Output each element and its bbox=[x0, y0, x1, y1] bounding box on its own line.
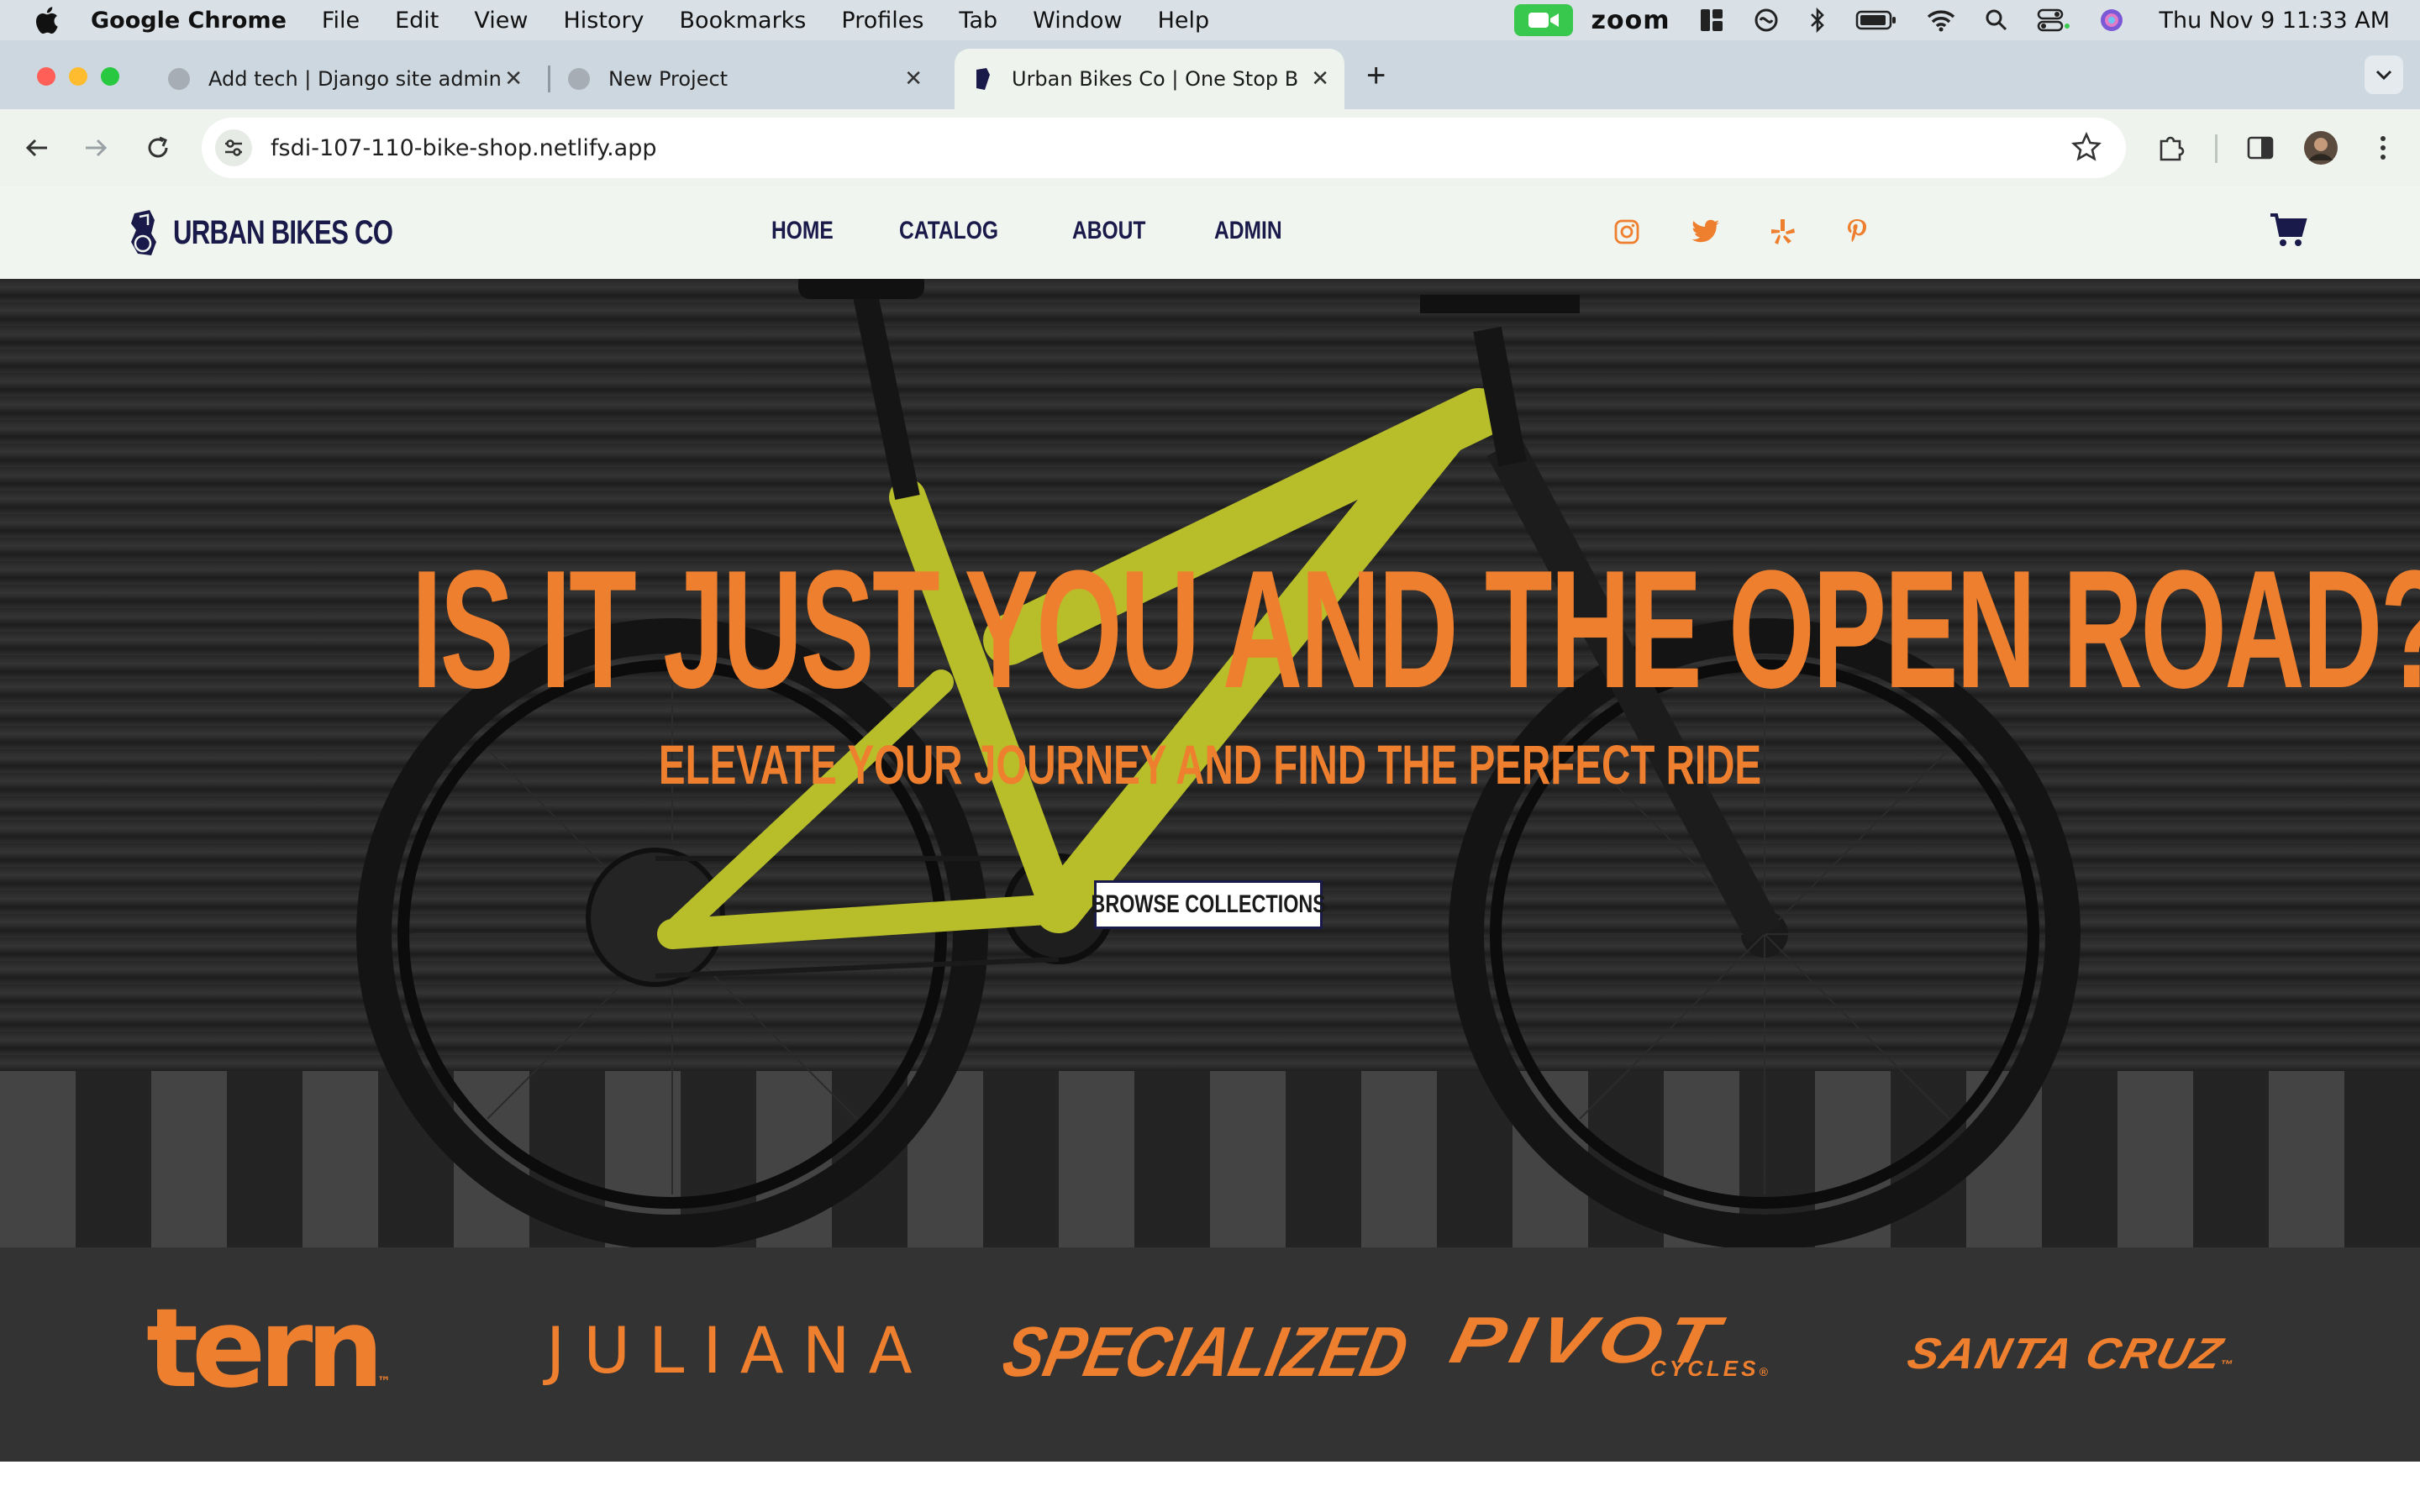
menubar-status-area: zoom Thu Nov 9 11:33 AM bbox=[1513, 0, 2391, 40]
tab-urban-bikes[interactable]: Urban Bikes Co | One Stop Bi ✕ bbox=[955, 49, 1344, 109]
hero-title: IS IT JUST YOU AND THE OPEN ROAD? bbox=[411, 536, 2420, 723]
urban-bikes-favicon-icon bbox=[976, 68, 990, 90]
hero-subtitle: ELEVATE YOUR JOURNEY AND FIND THE PERFEC… bbox=[658, 733, 1762, 795]
tab-close-icon[interactable]: ✕ bbox=[1311, 66, 1329, 92]
window-zoom-button[interactable] bbox=[101, 67, 119, 86]
tab-title: Urban Bikes Co | One Stop Bi bbox=[1012, 67, 1297, 91]
chrome-menu-button[interactable] bbox=[2365, 129, 2402, 166]
address-bar[interactable]: fsdi-107-110-bike-shop.netlify.app bbox=[202, 118, 2126, 178]
profile-avatar[interactable] bbox=[2302, 129, 2339, 166]
new-tab-button[interactable]: + bbox=[1366, 57, 1386, 95]
menubar-clock[interactable]: Thu Nov 9 11:33 AM bbox=[2160, 8, 2391, 34]
spotlight-search-icon[interactable] bbox=[1985, 8, 2008, 32]
tab-close-icon[interactable]: ✕ bbox=[504, 66, 523, 92]
arrow-right-icon bbox=[86, 139, 108, 157]
menu-profiles[interactable]: Profiles bbox=[841, 8, 923, 34]
more-vertical-icon bbox=[2381, 136, 2386, 160]
tab-separator bbox=[548, 66, 550, 92]
trademark-symbol: ™ bbox=[376, 1373, 391, 1389]
tab-django-admin[interactable]: Add tech | Django site admin ✕ bbox=[168, 49, 538, 109]
menu-tab[interactable]: Tab bbox=[959, 8, 997, 34]
window-close-button[interactable] bbox=[37, 67, 55, 86]
wifi-icon[interactable] bbox=[1926, 8, 1956, 32]
nav-about[interactable]: ABOUT bbox=[1072, 217, 1145, 245]
chevron-down-icon bbox=[2375, 70, 2392, 81]
nav-home[interactable]: HOME bbox=[771, 217, 834, 245]
cart-icon[interactable] bbox=[2269, 212, 2307, 253]
toolbar-divider bbox=[2215, 134, 2217, 163]
site-nav: HOME CATALOG ABOUT ADMIN bbox=[771, 217, 1349, 245]
tab-title: New Project bbox=[608, 67, 729, 91]
side-panel-button[interactable] bbox=[2242, 129, 2279, 166]
window-layout-icon[interactable] bbox=[1699, 8, 1724, 33]
apple-menu-icon[interactable] bbox=[34, 6, 59, 34]
window-minimize-button[interactable] bbox=[69, 67, 87, 86]
yelp-icon[interactable] bbox=[1766, 215, 1800, 249]
macos-menubar: Google Chrome File Edit View History Boo… bbox=[0, 0, 2420, 40]
site-info-icon[interactable] bbox=[215, 129, 252, 166]
nav-catalog[interactable]: CATALOG bbox=[899, 217, 998, 245]
brand-logo-tern[interactable]: tern™ bbox=[146, 1289, 391, 1441]
back-button[interactable] bbox=[18, 129, 55, 166]
menu-help[interactable]: Help bbox=[1158, 8, 1210, 34]
brand-logo-tern-text: tern bbox=[146, 1284, 384, 1412]
forward-button[interactable] bbox=[77, 129, 114, 166]
pinterest-icon[interactable] bbox=[1840, 215, 1874, 249]
tab-new-project[interactable]: New Project ✕ bbox=[568, 49, 938, 109]
control-center-icon[interactable] bbox=[2037, 8, 2070, 33]
menu-file[interactable]: File bbox=[322, 8, 360, 34]
menu-bookmarks[interactable]: Bookmarks bbox=[680, 8, 807, 34]
browse-collections-label: BROWSE COLLECTIONS bbox=[1091, 890, 1326, 918]
bookmark-star-icon[interactable] bbox=[2070, 131, 2102, 167]
nav-admin[interactable]: ADMIN bbox=[1214, 217, 1282, 245]
brand-logo-pivot-cycles: CYCLES bbox=[1650, 1356, 1760, 1381]
site-logo[interactable]: URBAN BIKES CO bbox=[126, 208, 455, 257]
tab-close-icon[interactable]: ✕ bbox=[904, 66, 923, 92]
reload-icon bbox=[148, 136, 168, 158]
brand-logo-pivot-subtext: CYCLES® bbox=[1650, 1356, 1771, 1384]
menu-edit[interactable]: Edit bbox=[395, 8, 439, 34]
hero-section: IS IT JUST YOU AND THE OPEN ROAD? ELEVAT… bbox=[0, 279, 2420, 1247]
cyclist-logo-icon bbox=[131, 210, 156, 255]
menu-view[interactable]: View bbox=[474, 8, 528, 34]
globe-icon bbox=[568, 68, 590, 90]
assistant-icon[interactable] bbox=[1753, 7, 1780, 34]
arrow-left-icon bbox=[25, 139, 47, 157]
tab-title: Add tech | Django site admin bbox=[208, 67, 502, 91]
bluetooth-icon[interactable] bbox=[1808, 7, 1827, 34]
brand-logo-santa-cruz-text: SANTA CRUZ bbox=[1902, 1330, 2229, 1378]
extensions-button[interactable] bbox=[2153, 129, 2190, 166]
brand-logo-specialized[interactable]: SPECIALIZED bbox=[997, 1312, 1415, 1391]
brand-logo-juliana[interactable]: JULIANA bbox=[546, 1317, 931, 1384]
url-text[interactable]: fsdi-107-110-bike-shop.netlify.app bbox=[271, 135, 656, 161]
browse-collections-button[interactable]: BROWSE COLLECTIONS bbox=[1091, 880, 1326, 929]
twitter-icon[interactable] bbox=[1689, 215, 1723, 249]
registered-symbol: ® bbox=[1759, 1365, 1771, 1378]
reload-button[interactable] bbox=[139, 129, 176, 166]
brand-logo-santa-cruz[interactable]: SANTA CRUZ™ bbox=[1901, 1330, 2241, 1388]
menu-window[interactable]: Window bbox=[1033, 8, 1122, 34]
siri-icon[interactable] bbox=[2099, 8, 2124, 33]
menu-history[interactable]: History bbox=[563, 8, 644, 34]
instagram-icon[interactable] bbox=[1610, 215, 1644, 249]
globe-icon bbox=[168, 68, 190, 90]
battery-icon[interactable] bbox=[1855, 9, 1897, 31]
menu-app-name[interactable]: Google Chrome bbox=[91, 8, 287, 34]
side-panel-icon bbox=[2247, 136, 2274, 160]
zoom-camera-icon[interactable] bbox=[1513, 4, 1573, 36]
tab-search-button[interactable] bbox=[2365, 55, 2403, 94]
site-brand-name: URBAN BIKES CO bbox=[173, 213, 393, 251]
zoom-menu-label[interactable]: zoom bbox=[1591, 6, 1670, 35]
puzzle-icon bbox=[2160, 136, 2185, 161]
